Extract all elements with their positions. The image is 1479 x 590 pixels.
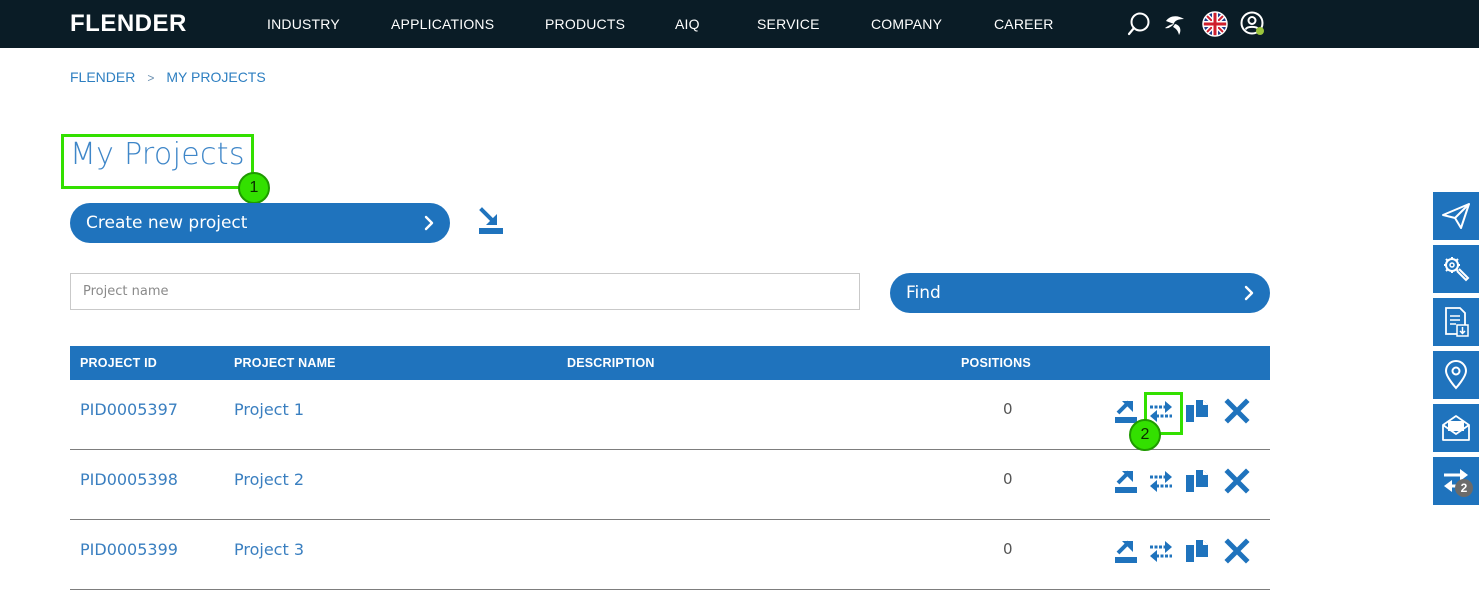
nav-applications[interactable]: APPLICATIONS [391,16,494,32]
search-icon[interactable] [1126,11,1152,37]
rail-send-button[interactable] [1433,192,1479,240]
projects-table: PROJECT ID PROJECT NAME DESCRIPTION POSI… [70,346,1270,590]
rail-location-button[interactable] [1433,351,1479,399]
user-account-icon[interactable] [1240,11,1266,37]
rail-quote-button[interactable] [1433,404,1479,452]
copy-icon[interactable] [1184,398,1210,424]
export-icon[interactable] [1113,538,1139,564]
table-row: PID0005397 Project 1 0 [70,380,1270,450]
project-positions: 0 [1003,540,1013,558]
annotation-box-1 [61,134,254,189]
annotation-badge-1: 1 [238,172,270,204]
right-side-rail: 2 [1433,192,1479,510]
uk-flag-icon[interactable] [1202,11,1228,37]
create-new-project-label: Create new project [86,213,248,233]
rail-document-button[interactable] [1433,298,1479,346]
header-positions[interactable]: POSITIONS [961,356,1031,370]
header-project-id[interactable]: PROJECT ID [80,356,157,370]
breadcrumb-separator: > [147,71,155,85]
project-name[interactable]: Project 2 [234,470,304,489]
annotation-badge-2: 2 [1129,419,1161,451]
top-navigation: FLENDER INDUSTRY APPLICATIONS PRODUCTS A… [0,0,1479,48]
copy-icon[interactable] [1184,538,1210,564]
send-icon [1442,203,1470,229]
rail-compare-button[interactable]: 2 [1433,457,1479,505]
table-row: PID0005399 Project 3 0 [70,520,1270,590]
delete-icon[interactable] [1224,538,1250,564]
nav-service[interactable]: SERVICE [757,16,820,32]
nav-career[interactable]: CAREER [994,16,1054,32]
chevron-right-icon [424,215,434,231]
rail-tools-button[interactable] [1433,245,1479,293]
header-project-name[interactable]: PROJECT NAME [234,356,336,370]
delete-icon[interactable] [1224,398,1250,424]
nav-company[interactable]: COMPANY [871,16,942,32]
import-icon[interactable] [476,206,506,236]
export-icon[interactable] [1113,398,1139,424]
project-name[interactable]: Project 3 [234,540,304,559]
breadcrumb-current[interactable]: MY PROJECTS [166,69,265,87]
create-new-project-button[interactable]: Create new project [70,203,450,243]
copy-icon[interactable] [1184,468,1210,494]
quote-icon [1442,415,1470,441]
table-row: PID0005398 Project 2 0 [70,450,1270,520]
chevron-right-icon [1244,285,1254,301]
header-description[interactable]: DESCRIPTION [567,356,655,370]
location-icon [1444,360,1468,390]
project-name-input[interactable] [70,273,860,310]
nav-aiq[interactable]: AIQ [675,16,700,32]
nav-products[interactable]: PRODUCTS [545,16,625,32]
project-positions: 0 [1003,470,1013,488]
export-icon[interactable] [1113,468,1139,494]
project-id[interactable]: PID0005399 [80,540,178,559]
compare-icon[interactable] [1148,538,1174,564]
flender-logo[interactable]: FLENDER [70,10,187,38]
find-button[interactable]: Find [890,273,1270,313]
fan-icon[interactable] [1162,11,1188,37]
project-id[interactable]: PID0005397 [80,400,178,419]
find-button-label: Find [906,283,941,303]
project-positions: 0 [1003,400,1013,418]
breadcrumb-home[interactable]: FLENDER [70,69,135,87]
nav-industry[interactable]: INDUSTRY [267,16,340,32]
compare-count-badge: 2 [1455,479,1473,497]
document-download-icon [1445,307,1469,337]
project-name[interactable]: Project 1 [234,400,304,419]
tools-icon [1444,257,1470,282]
project-id[interactable]: PID0005398 [80,470,178,489]
breadcrumb: FLENDER > MY PROJECTS [70,69,266,87]
compare-icon[interactable] [1148,468,1174,494]
table-header: PROJECT ID PROJECT NAME DESCRIPTION POSI… [70,346,1270,380]
delete-icon[interactable] [1224,468,1250,494]
